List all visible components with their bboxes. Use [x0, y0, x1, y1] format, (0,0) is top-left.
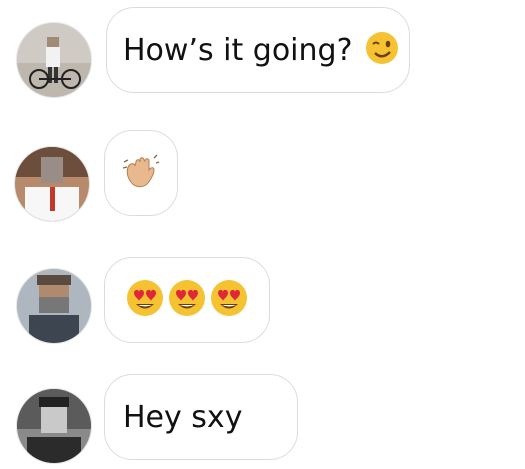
message-text: Hey sxy: [123, 399, 243, 435]
winking-face-icon: [365, 31, 399, 69]
heart-eyes-face-icon: [168, 279, 206, 321]
heart-eyes-face-icon: [126, 279, 164, 321]
waving-hand-icon: [121, 152, 161, 194]
message-bubble: [104, 257, 270, 343]
avatar[interactable]: [14, 146, 90, 222]
avatar[interactable]: [16, 22, 92, 98]
heart-eyes-face-icon: [210, 279, 248, 321]
avatar[interactable]: [16, 388, 92, 464]
message-bubble: How’s it going?: [106, 7, 410, 93]
message-bubble: [104, 130, 178, 216]
message-text: How’s it going?: [123, 32, 353, 68]
avatar[interactable]: [16, 268, 92, 344]
message-bubble: Hey sxy: [104, 374, 298, 460]
